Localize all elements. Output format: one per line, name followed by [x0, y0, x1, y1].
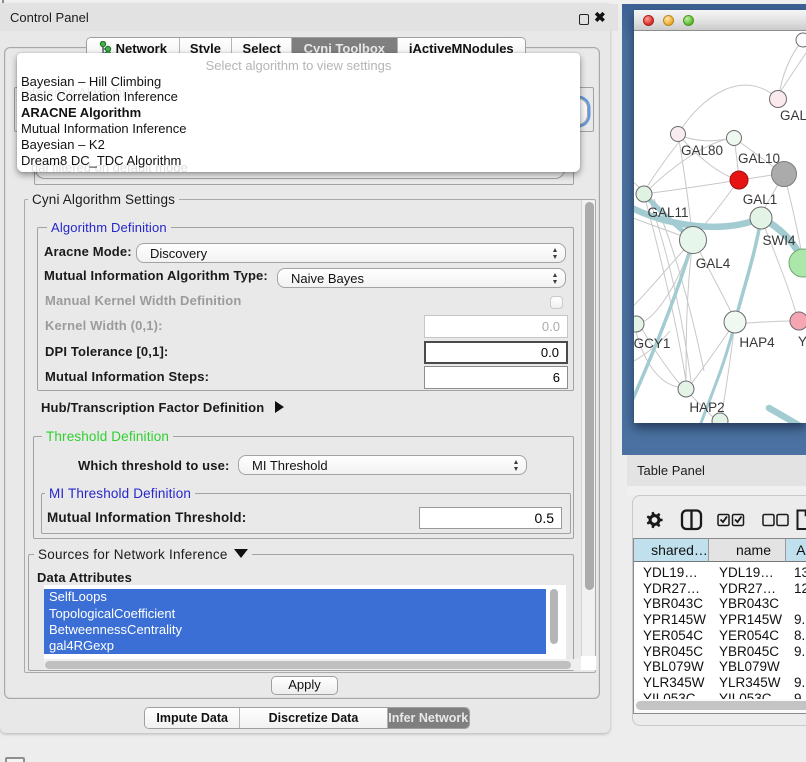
svg-text:GAL1: GAL1 — [743, 192, 778, 207]
svg-text:GCY1: GCY1 — [634, 336, 670, 351]
svg-text:GAL80: GAL80 — [681, 143, 723, 158]
svg-text:HAP2: HAP2 — [689, 400, 724, 415]
svg-text:GAL4: GAL4 — [696, 256, 731, 271]
svg-text:GAL10: GAL10 — [738, 151, 780, 166]
svg-text:SWI4: SWI4 — [762, 233, 795, 248]
svg-text:GAL11: GAL11 — [647, 205, 688, 220]
svg-text:HAP4: HAP4 — [739, 335, 775, 350]
svg-text:GAL: GAL — [780, 108, 806, 123]
svg-text:Y: Y — [798, 334, 806, 349]
